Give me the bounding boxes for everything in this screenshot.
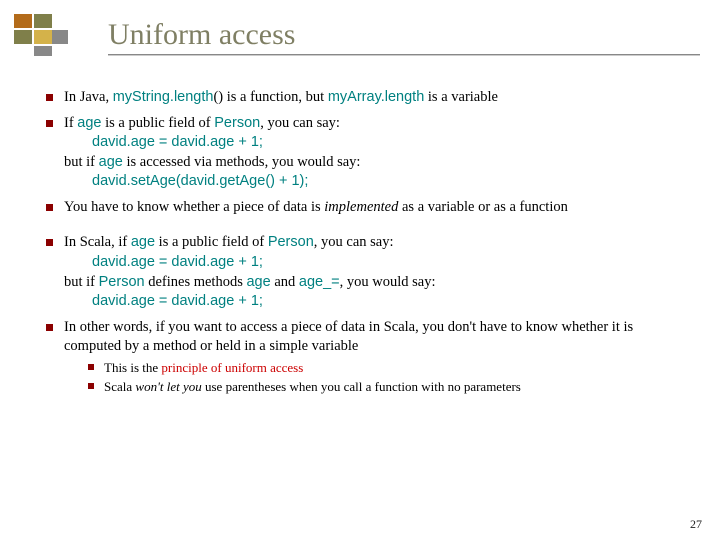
title-underline [108, 54, 700, 55]
bullet-1: In Java, myString.length() is a function… [64, 88, 690, 108]
slide-body: In Java, myString.length() is a function… [40, 88, 690, 402]
bullet-4: In Scala, if age is a public field of Pe… [64, 233, 690, 311]
bullet-2: If age is a public field of Person, you … [64, 114, 690, 192]
bullet-3: You have to know whether a piece of data… [64, 198, 690, 218]
sub-bullet-2: Scala won't let you use parentheses when… [104, 378, 690, 396]
slide-title: Uniform access [108, 18, 700, 52]
corner-decoration [14, 14, 70, 58]
sub-bullet-1: This is the principle of uniform access [104, 359, 690, 377]
bullet-5: In other words, if you want to access a … [64, 318, 690, 396]
page-number: 27 [690, 517, 702, 532]
